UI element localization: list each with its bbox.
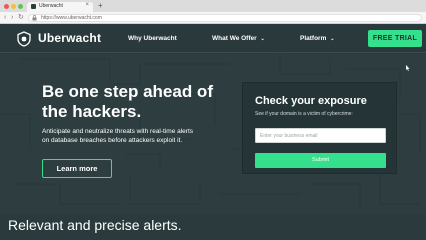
chevron-down-icon: ⌄ bbox=[330, 36, 335, 42]
hero-subtext: Anticipate and neutralize threats with r… bbox=[42, 127, 237, 145]
logo-icon[interactable] bbox=[16, 31, 32, 47]
window-minimize-button[interactable] bbox=[11, 4, 16, 9]
hero-section: Be one step ahead of the hackers. Antici… bbox=[0, 54, 426, 214]
back-button[interactable]: ‹ bbox=[4, 13, 6, 23]
alerts-section: Relevant and precise alerts. bbox=[0, 214, 426, 240]
tab-close-icon[interactable]: × bbox=[85, 2, 89, 8]
favicon-icon bbox=[31, 4, 36, 9]
reload-button[interactable]: ↻ bbox=[18, 13, 24, 23]
address-bar: ‹ › ↻ https://www.uberwacht.com bbox=[0, 12, 426, 24]
learn-more-button[interactable]: Learn more bbox=[42, 159, 112, 178]
hero-subtext-line: on database breaches before attackers ex… bbox=[42, 137, 183, 144]
tab-title: Uberwacht bbox=[39, 3, 63, 9]
lock-icon bbox=[32, 15, 37, 23]
nav-why-uberwacht-label: Why Uberwacht bbox=[128, 35, 177, 42]
free-trial-button[interactable]: FREE TRIAL bbox=[368, 30, 422, 47]
nav-why-uberwacht[interactable]: Why Uberwacht bbox=[128, 35, 177, 42]
hero-subtext-line: Anticipate and neutralize threats with r… bbox=[42, 128, 194, 135]
hero-headline-line: Be one step ahead of bbox=[42, 82, 213, 101]
nav-platform[interactable]: Platform ⌄ bbox=[300, 35, 334, 42]
submit-button[interactable]: Submit bbox=[255, 153, 386, 168]
chevron-down-icon: ⌄ bbox=[260, 36, 265, 42]
hero-headline: Be one step ahead of the hackers. bbox=[42, 82, 242, 122]
mouse-cursor-icon bbox=[406, 65, 410, 71]
business-email-input[interactable] bbox=[255, 128, 386, 143]
forward-button[interactable]: › bbox=[11, 13, 13, 23]
card-title: Check your exposure bbox=[255, 95, 367, 107]
window-maximize-button[interactable] bbox=[18, 4, 23, 9]
new-tab-button[interactable]: + bbox=[98, 1, 103, 11]
exposure-check-card: Check your exposure See if your domain i… bbox=[242, 82, 397, 174]
browser-tab[interactable]: Uberwacht × bbox=[27, 2, 93, 12]
section-title: Relevant and precise alerts. bbox=[8, 217, 182, 233]
nav-what-we-offer[interactable]: What We Offer ⌄ bbox=[212, 35, 265, 42]
site-header: Uberwacht Why Uberwacht What We Offer ⌄ … bbox=[0, 25, 426, 53]
card-subtitle: See if your domain is a victim of cyberc… bbox=[255, 111, 353, 117]
window-close-button[interactable] bbox=[4, 4, 9, 9]
hero-headline-line: the hackers. bbox=[42, 102, 142, 121]
url-text: https://www.uberwacht.com bbox=[41, 15, 102, 21]
url-field[interactable]: https://www.uberwacht.com bbox=[28, 14, 422, 22]
logo-text[interactable]: Uberwacht bbox=[38, 31, 101, 45]
browser-tab-strip: Uberwacht × + bbox=[0, 0, 426, 12]
nav-platform-label: Platform bbox=[300, 35, 327, 42]
nav-what-we-offer-label: What We Offer bbox=[212, 35, 257, 42]
